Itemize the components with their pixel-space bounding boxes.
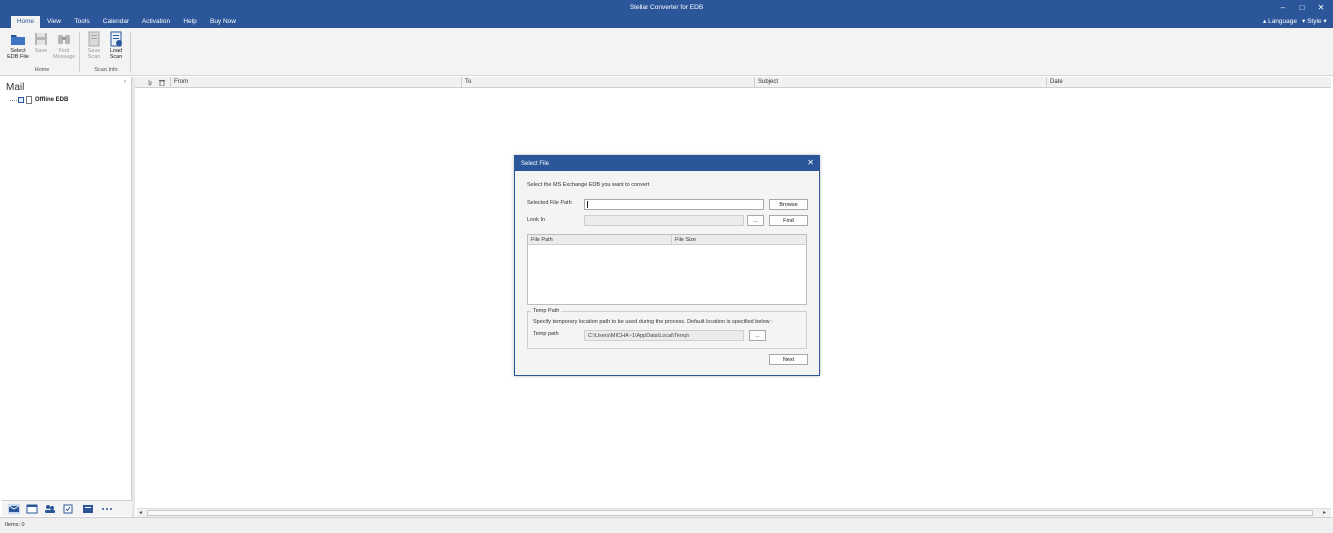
column-to[interactable]: To — [461, 77, 754, 88]
language-label: Language — [1268, 18, 1297, 25]
more-icon[interactable] — [101, 504, 113, 514]
dialog-instruction: Select the MS Exchange EDB you want to c… — [527, 182, 650, 188]
tree-connector — [10, 100, 17, 101]
temp-path-description: Specify temporary location path to be us… — [533, 319, 773, 325]
caret-down-icon: ▾ — [1323, 18, 1327, 25]
column-subject[interactable]: Subject — [754, 77, 1046, 88]
next-button[interactable]: Next — [769, 354, 808, 365]
temp-path-input[interactable]: C:\Users\MICHA~1\AppData\Local\Temp\ — [584, 330, 744, 341]
grid-header: From To Subject Date — [135, 77, 1331, 88]
tab-calendar[interactable]: Calendar — [100, 16, 132, 28]
save-scan-label: Save Scan — [87, 48, 101, 60]
select-edb-file-button[interactable]: Select EDB File — [7, 31, 29, 60]
window-title: Stellar Converter for EDB — [629, 4, 704, 11]
items-count: Items: 0 — [5, 522, 25, 528]
dialog-close-button[interactable]: ✕ — [807, 158, 814, 167]
navigation-pane: ‹ Mail Offline EDB — [2, 77, 132, 517]
tab-view[interactable]: View — [44, 16, 64, 28]
tasks-icon[interactable] — [62, 504, 74, 514]
select-edb-file-label: Select EDB File — [7, 48, 29, 60]
find-message-button[interactable]: Find Message — [53, 31, 75, 60]
column-date[interactable]: Date — [1046, 77, 1331, 88]
horizontal-scrollbar[interactable]: ◂ ▸ — [137, 508, 1331, 517]
tab-help[interactable]: Help — [180, 16, 200, 28]
contacts-icon[interactable] — [44, 504, 56, 514]
load-scan-icon — [110, 31, 122, 47]
find-button[interactable]: Find — [769, 215, 808, 226]
style-label: Style — [1307, 18, 1322, 25]
temp-path-browse-button[interactable]: ... — [749, 330, 766, 341]
ribbon-group-scan-info: Scan Info — [94, 67, 118, 73]
binoculars-icon — [58, 35, 70, 44]
text-cursor — [587, 201, 588, 208]
caret-down-icon: ▾ — [1302, 18, 1306, 25]
look-in-input[interactable] — [584, 215, 744, 226]
select-file-dialog: Select File ✕ Select the MS Exchange EDB… — [514, 155, 820, 376]
selected-file-path-label: Selected File Path — [527, 200, 572, 206]
close-window-button[interactable]: ✕ — [1314, 2, 1328, 14]
ribbon-group-separator — [130, 32, 131, 72]
status-bar: Items: 0 — [0, 517, 1333, 533]
temp-path-group: Temp Path Specify temporary location pat… — [527, 308, 807, 349]
file-icon — [26, 96, 32, 104]
bottom-nav-bar — [2, 500, 132, 516]
collapse-pane-button[interactable]: ‹ — [124, 79, 126, 85]
minimize-button[interactable]: – — [1276, 2, 1290, 14]
tab-activation[interactable]: Activation — [139, 16, 173, 28]
language-menu[interactable]: ▴ Language — [1263, 16, 1297, 28]
maximize-button[interactable]: □ — [1295, 2, 1309, 14]
ribbon-group-separator — [79, 32, 80, 72]
notes-icon[interactable] — [82, 504, 94, 514]
save-icon — [35, 33, 47, 45]
column-file-path[interactable]: File Path — [528, 235, 672, 245]
pane-title: Mail — [6, 82, 25, 93]
menu-bar: Home View Tools Calendar Activation Help… — [0, 16, 1333, 28]
dialog-title-bar: Select File ✕ — [515, 156, 819, 171]
file-list-header: File Path File Size — [528, 235, 806, 245]
browse-button[interactable]: Browse — [769, 199, 808, 210]
style-menu[interactable]: ▾ Style ▾ — [1302, 16, 1327, 28]
temp-path-group-title: Temp Path — [531, 308, 562, 314]
tab-tools[interactable]: Tools — [70, 16, 94, 28]
selected-file-path-input[interactable] — [584, 199, 764, 210]
load-scan-label: Load Scan — [109, 48, 123, 60]
dialog-title: Select File — [521, 161, 550, 167]
look-in-browse-button[interactable]: ... — [747, 215, 764, 226]
attachment-icon[interactable] — [147, 79, 153, 86]
tree-checkbox[interactable] — [18, 97, 24, 103]
tab-home[interactable]: Home — [11, 16, 40, 28]
save-scan-icon — [88, 31, 100, 47]
look-in-label: Look In — [527, 217, 546, 223]
save-label: Save — [34, 48, 48, 54]
ribbon-group-home: Home — [34, 67, 50, 73]
caret-up-icon: ▴ — [1263, 18, 1267, 25]
title-bar: Stellar Converter for EDB – □ ✕ — [0, 0, 1333, 16]
save-scan-button[interactable]: Save Scan — [83, 31, 105, 60]
save-button[interactable]: Save — [30, 31, 52, 54]
delete-icon[interactable] — [159, 79, 165, 86]
file-list[interactable]: File Path File Size — [527, 234, 807, 305]
column-from[interactable]: From — [170, 77, 461, 88]
temp-path-value: C:\Users\MICHA~1\AppData\Local\Temp\ — [588, 333, 690, 339]
folder-icon — [11, 35, 25, 45]
tab-buy-now[interactable]: Buy Now — [207, 16, 239, 28]
load-scan-button[interactable]: Load Scan — [105, 31, 127, 60]
column-file-size[interactable]: File Size — [672, 235, 806, 245]
scroll-track[interactable] — [147, 510, 1313, 516]
calendar-icon[interactable] — [26, 504, 38, 514]
find-message-label: Find Message — [53, 48, 76, 60]
tree-item-label: Offline EDB — [35, 97, 69, 103]
ribbon: Select EDB File Save Find Message Save S… — [0, 28, 1333, 76]
temp-path-label: Temp path — [533, 331, 559, 337]
mail-icon[interactable] — [8, 504, 20, 514]
